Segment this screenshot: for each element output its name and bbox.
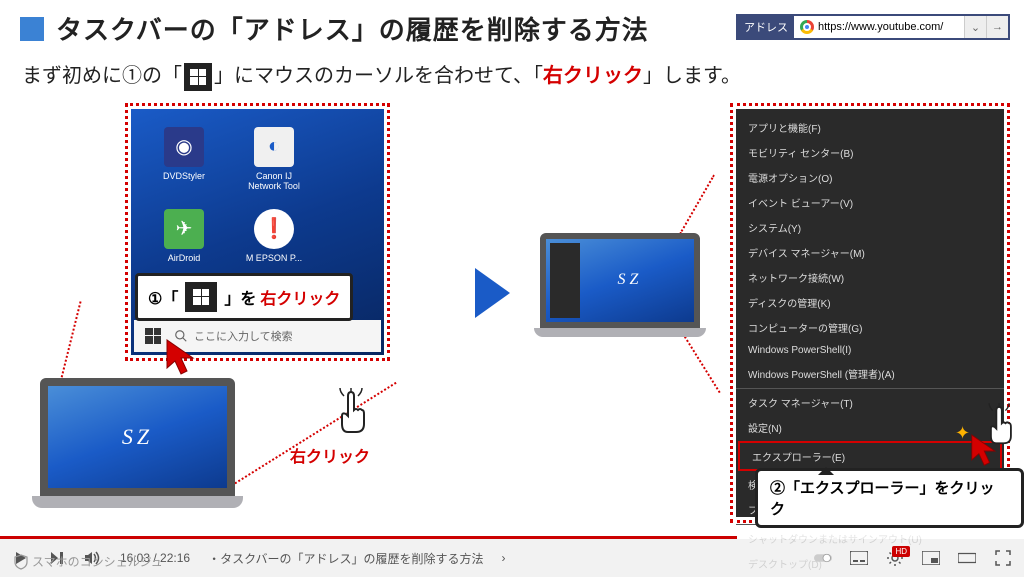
page-title: タスクバーの「アドレス」の履歴を削除する方法 <box>56 10 649 47</box>
shield-icon <box>14 554 28 570</box>
address-dropdown-button[interactable]: ⌄ <box>964 16 986 38</box>
context-menu-screenshot: アプリと機能(F) モビリティ センター(B) 電源オプション(O) イベント … <box>730 103 1010 523</box>
video-chapter[interactable]: ・タスクバーの「アドレス」の履歴を削除する方法 <box>208 550 483 567</box>
ctx-system[interactable]: システム(Y) <box>736 215 1004 240</box>
cursor-icon <box>165 338 201 378</box>
autoplay-toggle[interactable] <box>814 549 832 567</box>
address-input[interactable]: https://www.youtube.com/ <box>794 16 964 38</box>
ctx-powershell-admin[interactable]: Windows PowerShell (管理者)(A) <box>736 361 1004 386</box>
desktop-icon-canon[interactable]: ◐Canon IJ Network Tool <box>239 127 309 191</box>
callout-step-1: ①「 」を右クリック <box>135 273 353 321</box>
ctx-event-viewer[interactable]: イベント ビューアー(V) <box>736 190 1004 215</box>
ctx-mobility[interactable]: モビリティ センター(B) <box>736 140 1004 165</box>
ctx-computer-mgmt[interactable]: コンピューターの管理(G) <box>736 315 1004 340</box>
start-button[interactable] <box>138 323 168 349</box>
address-url-text: https://www.youtube.com/ <box>818 21 943 33</box>
address-go-button[interactable]: → <box>986 16 1008 38</box>
address-label: アドレス <box>738 16 794 38</box>
theater-button[interactable] <box>958 549 976 567</box>
ctx-task-mgr[interactable]: タスク マネージャー(T) <box>736 388 1004 415</box>
ctx-apps-features[interactable]: アプリと機能(F) <box>736 115 1004 140</box>
desktop-icon-epson[interactable]: ❗M EPSON P... <box>239 209 309 263</box>
ctx-network[interactable]: ネットワーク接続(W) <box>736 265 1004 290</box>
hd-badge: HD <box>892 546 910 557</box>
ctx-explorer[interactable]: エクスプローラー(E) <box>738 441 1002 471</box>
flow-arrow-icon <box>475 268 510 318</box>
ctx-powershell[interactable]: Windows PowerShell(I) <box>736 340 1004 361</box>
channel-watermark: スマホのコンシェルジュ <box>14 553 163 570</box>
header-bullet <box>20 17 44 41</box>
desktop-icon-dvdstyler[interactable]: ◉DVDStyler <box>149 127 219 191</box>
laptop-mockup-right: SZ <box>540 233 700 337</box>
fullscreen-button[interactable] <box>994 549 1012 567</box>
desktop-icon-airdroid[interactable]: ✈AirDroid <box>149 209 219 263</box>
chapter-chevron-icon: › <box>501 551 505 565</box>
ctx-device-mgr[interactable]: デバイス マネージャー(M) <box>736 240 1004 265</box>
miniplayer-button[interactable] <box>922 549 940 567</box>
settings-button[interactable]: HD <box>886 549 904 567</box>
windows-icon <box>185 282 217 312</box>
address-toolbar: アドレス https://www.youtube.com/ ⌄ → <box>736 14 1010 40</box>
tap-gesture-icon <box>330 388 374 447</box>
desktop-screenshot: ◉DVDStyler ◐Canon IJ Network Tool ✈AirDr… <box>125 103 390 361</box>
windows-icon <box>184 63 212 91</box>
ctx-disk[interactable]: ディスクの管理(K) <box>736 290 1004 315</box>
ctx-power[interactable]: 電源オプション(O) <box>736 165 1004 190</box>
laptop-mockup-left: SZ <box>40 378 235 508</box>
spark-icon: ✦ <box>955 423 970 444</box>
taskbar-search[interactable]: ここに入力して検索 <box>174 328 377 344</box>
instruction-text: まず初めに①の「」にマウスのカーソルを合わせて、「右クリック」します。 <box>0 55 1024 103</box>
right-click-label: 右クリック <box>290 443 370 467</box>
cursor-icon <box>970 433 1002 469</box>
chrome-icon <box>800 20 814 34</box>
context-menu: アプリと機能(F) モビリティ センター(B) 電源オプション(O) イベント … <box>736 109 1004 517</box>
callout-step-2: ②「エクスプローラー」をクリック <box>755 468 1024 528</box>
captions-button[interactable] <box>850 549 868 567</box>
